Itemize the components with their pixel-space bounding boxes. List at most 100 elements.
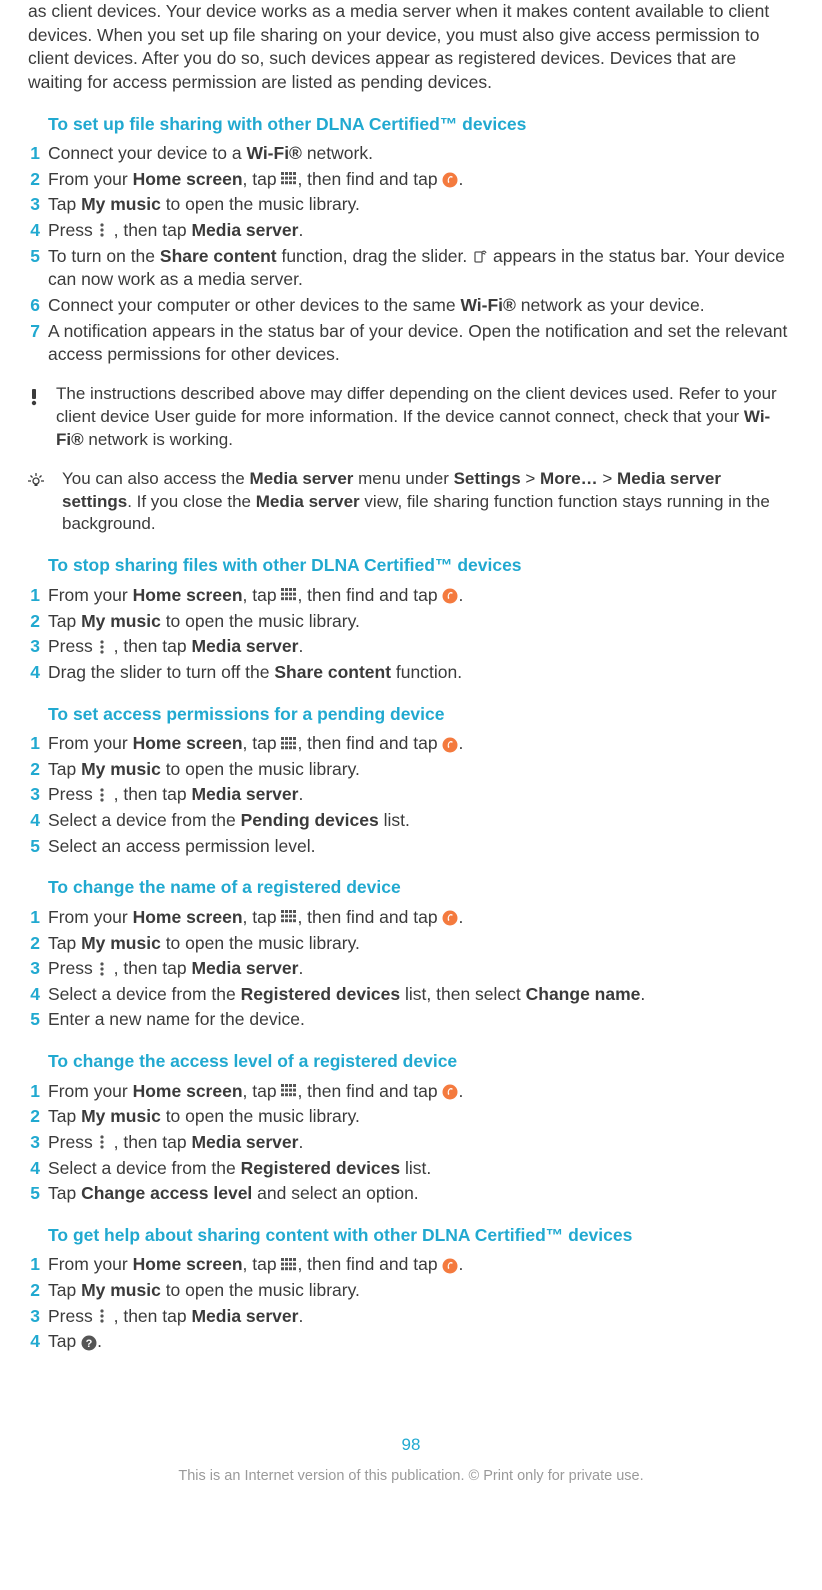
step-item: From your Home screen, tap , then find a…: [28, 906, 794, 930]
step-item: Tap My music to open the music library.: [28, 932, 794, 956]
step-item: Connect your device to a Wi-Fi® network.: [28, 142, 794, 166]
step-item: Connect your computer or other devices t…: [28, 294, 794, 318]
step-list: From your Home screen, tap , then find a…: [28, 584, 794, 685]
bold-text: More…: [540, 469, 598, 488]
step-list: From your Home screen, tap , then find a…: [28, 906, 794, 1032]
step-item: Drag the slider to turn off the Share co…: [28, 661, 794, 685]
step-item: Tap My music to open the music library.: [28, 1279, 794, 1303]
apps-icon: [281, 737, 297, 751]
apps-icon: [281, 1258, 297, 1272]
apps-icon: [281, 172, 297, 186]
section-heading: To stop sharing files with other DLNA Ce…: [28, 554, 794, 578]
excl-icon: [28, 388, 44, 402]
walkman-icon: [442, 1084, 458, 1098]
bold-text: Home screen: [133, 169, 243, 189]
step-item: Select a device from the Registered devi…: [28, 983, 794, 1007]
step-item: Press , then tap Media server.: [28, 1305, 794, 1329]
bold-text: Registered devices: [241, 984, 401, 1004]
step-item: Tap My music to open the music library.: [28, 193, 794, 217]
bold-text: Wi-Fi®: [460, 295, 516, 315]
bold-text: Wi-Fi®: [246, 143, 302, 163]
step-item: From your Home screen, tap , then find a…: [28, 732, 794, 756]
menu-icon: [98, 223, 114, 237]
svg-text:?: ?: [86, 1338, 93, 1350]
tip-note: You can also access the Media server men…: [28, 468, 794, 537]
walkman-icon: [442, 1258, 458, 1272]
apps-icon: [281, 588, 297, 602]
menu-icon: [98, 788, 114, 802]
bold-text: Pending devices: [241, 810, 379, 830]
bold-text: My music: [81, 933, 161, 953]
walkman-icon: [442, 172, 458, 186]
bold-text: Share content: [274, 662, 391, 682]
bold-text: Home screen: [133, 585, 243, 605]
section-heading: To change the access level of a register…: [28, 1050, 794, 1074]
bold-text: Media server: [191, 636, 298, 656]
warning-text: The instructions described above may dif…: [56, 383, 794, 452]
bold-text: Media server: [249, 469, 353, 488]
step-item: Tap My music to open the music library.: [28, 758, 794, 782]
copyright: This is an Internet version of this publ…: [28, 1467, 794, 1487]
section-heading: To change the name of a registered devic…: [28, 876, 794, 900]
section-heading: To set up file sharing with other DLNA C…: [28, 113, 794, 137]
step-item: To turn on the Share content function, d…: [28, 245, 794, 292]
step-item: Tap My music to open the music library.: [28, 1105, 794, 1129]
step-list: From your Home screen, tap , then find a…: [28, 732, 794, 858]
bold-text: My music: [81, 1280, 161, 1300]
bold-text: Home screen: [133, 1254, 243, 1274]
bulb-icon: [28, 473, 44, 487]
step-item: Tap My music to open the music library.: [28, 610, 794, 634]
menu-icon: [98, 1135, 114, 1149]
intro-paragraph: as client devices. Your device works as …: [28, 0, 794, 95]
step-item: From your Home screen, tap , then find a…: [28, 1253, 794, 1277]
bold-text: Media server: [256, 492, 360, 511]
step-item: Press , then tap Media server.: [28, 957, 794, 981]
bold-text: Change name: [526, 984, 641, 1004]
bold-text: Home screen: [133, 733, 243, 753]
step-item: Select a device from the Pending devices…: [28, 809, 794, 833]
walkman-icon: [442, 737, 458, 751]
menu-icon: [98, 962, 114, 976]
step-list: From your Home screen, tap , then find a…: [28, 1253, 794, 1354]
bold-text: Media server: [191, 958, 298, 978]
step-item: A notification appears in the status bar…: [28, 320, 794, 367]
step-item: Press , then tap Media server.: [28, 635, 794, 659]
walkman-icon: [442, 910, 458, 924]
bold-text: My music: [81, 759, 161, 779]
step-item: Press , then tap Media server.: [28, 219, 794, 243]
bold-text: Home screen: [133, 907, 243, 927]
menu-icon: [98, 1309, 114, 1323]
apps-icon: [281, 910, 297, 924]
bold-text: Change access level: [81, 1183, 252, 1203]
page-number: 98: [28, 1434, 794, 1457]
bold-text: Wi-Fi®: [56, 407, 770, 449]
step-item: Tap Change access level and select an op…: [28, 1182, 794, 1206]
bold-text: Home screen: [133, 1081, 243, 1101]
bold-text: Share content: [160, 246, 277, 266]
step-item: Tap ?.: [28, 1330, 794, 1354]
bold-text: Media server: [191, 1306, 298, 1326]
apps-icon: [281, 1084, 297, 1098]
bold-text: Media server: [191, 220, 298, 240]
bold-text: Media server: [191, 1132, 298, 1152]
step-item: From your Home screen, tap , then find a…: [28, 168, 794, 192]
share-icon: [472, 249, 488, 263]
tip-text: You can also access the Media server men…: [56, 468, 794, 537]
step-item: Press , then tap Media server.: [28, 783, 794, 807]
bold-text: My music: [81, 611, 161, 631]
bold-text: My music: [81, 1106, 161, 1126]
step-item: Select a device from the Registered devi…: [28, 1157, 794, 1181]
bold-text: Registered devices: [241, 1158, 401, 1178]
warning-note: The instructions described above may dif…: [28, 383, 794, 452]
step-item: From your Home screen, tap , then find a…: [28, 584, 794, 608]
step-item: Press , then tap Media server.: [28, 1131, 794, 1155]
walkman-icon: [442, 588, 458, 602]
help-icon: ?: [81, 1335, 97, 1349]
step-item: Select an access permission level.: [28, 835, 794, 859]
menu-icon: [98, 640, 114, 654]
step-item: From your Home screen, tap , then find a…: [28, 1080, 794, 1104]
bold-text: Media server settings: [62, 469, 721, 511]
bold-text: My music: [81, 194, 161, 214]
section-heading: To set access permissions for a pending …: [28, 703, 794, 727]
bold-text: Media server: [191, 784, 298, 804]
